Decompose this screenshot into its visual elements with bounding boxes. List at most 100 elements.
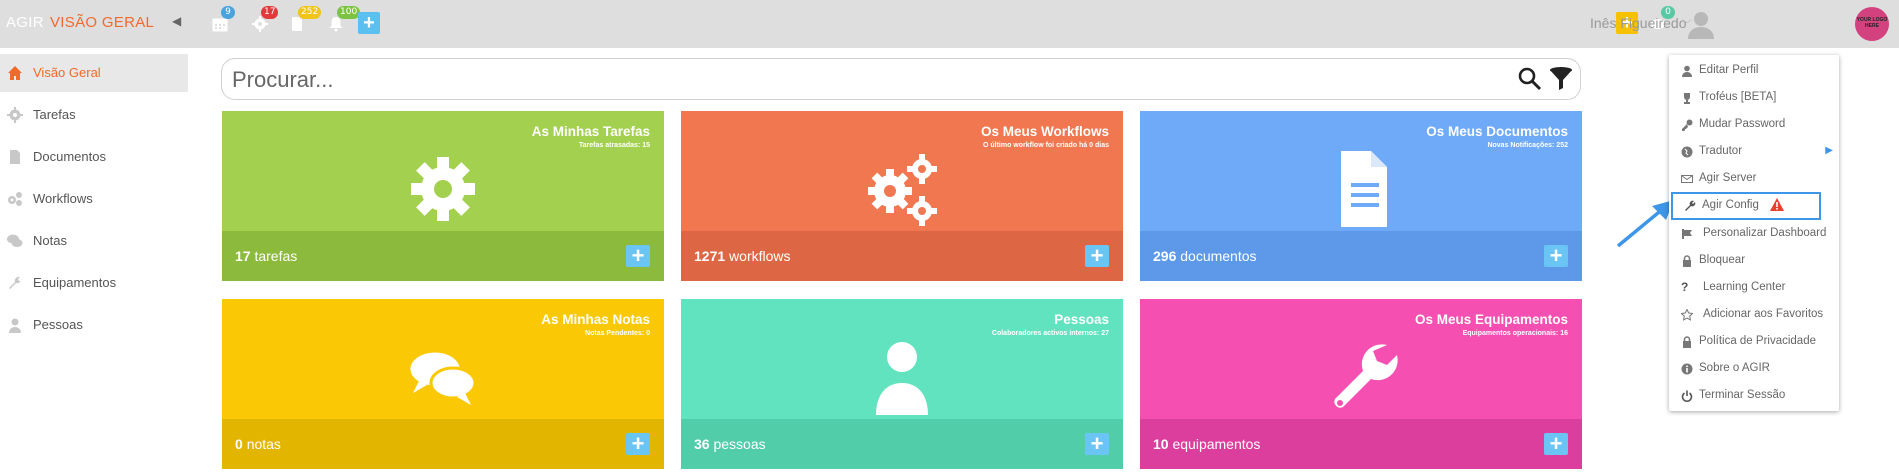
filter-icon[interactable] xyxy=(1548,66,1574,92)
sidebar-item-label: Documentos xyxy=(33,149,106,164)
menu-item-politica-privacidade[interactable]: Política de Privacidade xyxy=(1669,329,1839,355)
user-icon xyxy=(9,318,21,333)
calendar-button[interactable]: 9 xyxy=(208,6,236,38)
sidebar: Visão Geral Tarefas Documentos Workflows… xyxy=(0,48,188,475)
menu-item-personalizar-dashboard[interactable]: Personalizar Dashboard xyxy=(1669,221,1839,247)
page-title: VISÃO GERAL xyxy=(50,14,155,31)
add-workflow-button[interactable]: + xyxy=(1085,245,1109,267)
tile-count: 1271 workflows xyxy=(694,248,791,264)
notifications-button[interactable]: 100 xyxy=(324,6,361,38)
menu-item-label: Agir Server xyxy=(1699,172,1757,184)
menu-item-bloquear[interactable]: Bloquear xyxy=(1669,248,1839,274)
sidebar-item-notas[interactable]: Notas xyxy=(0,222,188,260)
tile-footer: 36 pessoas + xyxy=(681,419,1123,469)
tile-count: 10 equipamentos xyxy=(1153,436,1261,452)
tile-footer: 0 notas + xyxy=(222,419,664,469)
tile-count: 0 notas xyxy=(235,436,281,452)
tile-subtitle: Tarefas atrasadas: 15 xyxy=(578,142,650,149)
tile-footer: 17 tarefas + xyxy=(222,231,664,281)
menu-item-editar-perfil[interactable]: Editar Perfil xyxy=(1669,58,1839,84)
menu-item-adicionar-favoritos[interactable]: Adicionar aos Favoritos xyxy=(1669,302,1839,328)
menu-item-label: Terminar Sessão xyxy=(1699,389,1786,401)
comments-icon xyxy=(407,349,477,405)
documents-button[interactable]: 252 xyxy=(285,6,322,38)
calendar-badge: 9 xyxy=(221,6,235,19)
documents-badge: 252 xyxy=(298,6,322,19)
top-bar: AGIR VISÃO GERAL ◀ 9 17 252 100 + + 0 In… xyxy=(0,0,1899,48)
add-document-button[interactable]: + xyxy=(1544,245,1568,267)
add-task-button[interactable]: + xyxy=(626,245,650,267)
menu-item-sobre-agir[interactable]: Sobre o AGIR xyxy=(1669,356,1839,382)
star-icon xyxy=(1681,309,1693,321)
user-name[interactable]: Inês Figueiredo xyxy=(1590,15,1687,31)
home-icon xyxy=(8,66,22,80)
tile-subtitle: O último workflow foi criado há 0 dias xyxy=(982,142,1109,149)
collapse-sidebar-icon[interactable]: ◀ xyxy=(172,14,181,28)
menu-item-label: Política de Privacidade xyxy=(1699,335,1816,347)
lock-icon xyxy=(1683,336,1691,348)
sidebar-item-visao-geral[interactable]: Visão Geral xyxy=(0,54,188,92)
user-menu-dropdown: Editar Perfil Troféus [BETA] Mudar Passw… xyxy=(1669,55,1839,411)
add-equipment-button[interactable]: + xyxy=(1544,433,1568,455)
document-icon xyxy=(1341,151,1387,227)
menu-item-label: Mudar Password xyxy=(1699,118,1786,130)
menu-item-label: Troféus [BETA] xyxy=(1699,91,1777,103)
menu-item-terminar-sessao[interactable]: Terminar Sessão xyxy=(1669,383,1839,409)
notifications-badge: 100 xyxy=(337,6,361,19)
gears-icon xyxy=(868,154,937,226)
menu-item-label: Personalizar Dashboard xyxy=(1703,227,1827,239)
sidebar-item-label: Visão Geral xyxy=(33,65,101,80)
tile-title: Pessoas xyxy=(1054,312,1109,327)
search-input[interactable] xyxy=(232,67,1482,93)
tile-footer: 10 equipamentos + xyxy=(1140,419,1582,469)
tile-notas[interactable]: As Minhas Notas Notas Pendentes: 0 0 not… xyxy=(222,299,664,469)
tile-workflows[interactable]: Os Meus Workflows O último workflow foi … xyxy=(681,111,1123,281)
search-icon[interactable] xyxy=(1518,67,1542,91)
wrench-icon xyxy=(1334,344,1398,408)
sidebar-item-label: Pessoas xyxy=(33,317,83,332)
trophy-icon xyxy=(1684,93,1690,104)
wrench-icon xyxy=(9,276,22,289)
tile-subtitle: Novas Notificações: 252 xyxy=(1487,142,1568,149)
tile-equipamentos[interactable]: Os Meus Equipamentos Equipamentos operac… xyxy=(1140,299,1582,469)
menu-item-tradutor[interactable]: Tradutor ▶ xyxy=(1669,139,1839,165)
sidebar-item-label: Equipamentos xyxy=(33,275,117,290)
tile-subtitle: Notas Pendentes: 0 xyxy=(585,330,650,337)
chevron-down-icon[interactable]: ﹀ xyxy=(1682,16,1692,31)
menu-item-label: Agir Config xyxy=(1702,199,1759,211)
quick-add-button[interactable]: + xyxy=(358,12,380,34)
sidebar-item-documentos[interactable]: Documentos xyxy=(0,138,188,176)
menu-item-trofeus[interactable]: Troféus [BETA] xyxy=(1669,85,1839,111)
user-icon xyxy=(876,342,928,415)
add-note-button[interactable]: + xyxy=(626,433,650,455)
wrench-icon xyxy=(1685,200,1696,211)
info-icon xyxy=(1681,363,1693,375)
menu-item-agir-config[interactable]: Agir Config xyxy=(1671,192,1821,220)
user-icon xyxy=(1682,65,1692,77)
tile-pessoas[interactable]: Pessoas Colaboradores activos internos: … xyxy=(681,299,1123,469)
sidebar-item-tarefas[interactable]: Tarefas xyxy=(0,96,188,134)
envelope-icon xyxy=(1681,175,1693,183)
sidebar-item-pessoas[interactable]: Pessoas xyxy=(0,306,188,344)
add-person-button[interactable]: + xyxy=(1085,433,1109,455)
key-icon xyxy=(1682,119,1693,131)
menu-item-mudar-password[interactable]: Mudar Password xyxy=(1669,112,1839,138)
tile-count: 296 documentos xyxy=(1153,248,1257,264)
menu-item-label: Bloquear xyxy=(1699,254,1746,266)
tile-title: Os Meus Equipamentos xyxy=(1414,312,1568,327)
menu-item-label: Adicionar aos Favoritos xyxy=(1703,308,1824,320)
sidebar-item-workflows[interactable]: Workflows xyxy=(0,180,188,218)
comments-icon xyxy=(7,234,23,247)
menu-item-learning-center[interactable]: ? Learning Center xyxy=(1669,275,1839,301)
menu-item-agir-server[interactable]: Agir Server xyxy=(1669,166,1839,192)
brand-logo[interactable]: AGIR xyxy=(6,14,44,31)
chevron-right-icon: ▶ xyxy=(1825,145,1833,156)
tile-tarefas[interactable]: As Minhas Tarefas Tarefas atrasadas: 15 … xyxy=(222,111,664,281)
warning-icon xyxy=(1770,198,1784,211)
globe-icon xyxy=(1681,146,1693,158)
tile-documentos[interactable]: Os Meus Documentos Novas Notificações: 2… xyxy=(1140,111,1582,281)
menu-item-label: Learning Center xyxy=(1703,281,1786,293)
tasks-button[interactable]: 17 xyxy=(248,6,279,38)
sidebar-item-label: Tarefas xyxy=(33,107,76,122)
sidebar-item-equipamentos[interactable]: Equipamentos xyxy=(0,264,188,302)
